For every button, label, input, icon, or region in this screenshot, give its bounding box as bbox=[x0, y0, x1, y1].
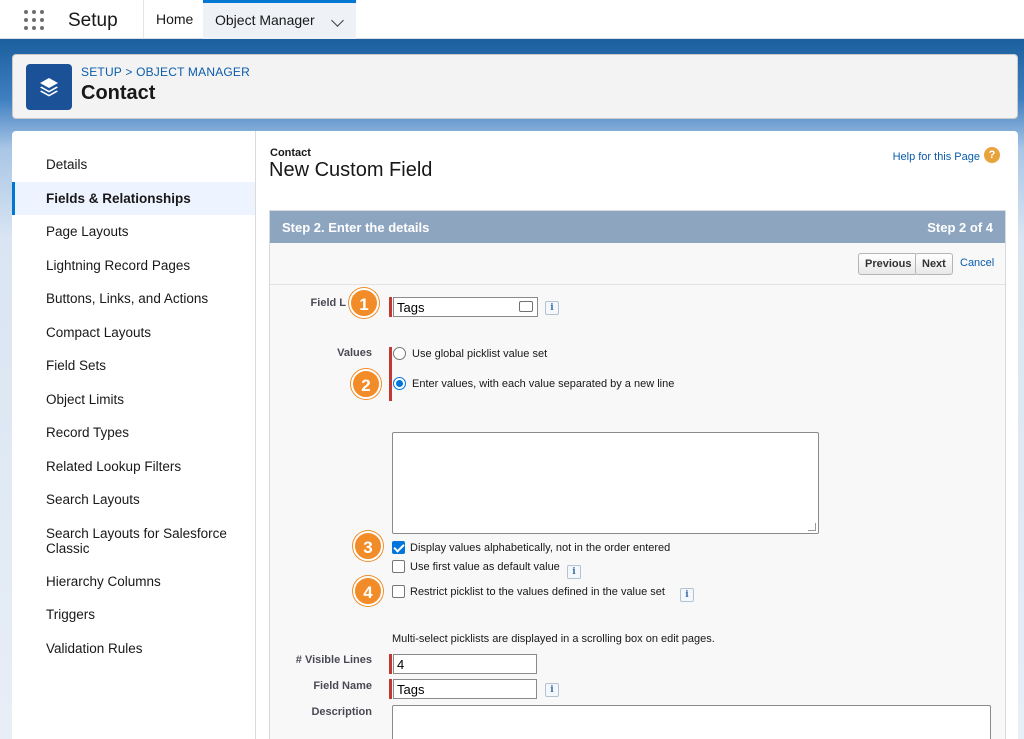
checkbox-first-default[interactable]: Use first value as default value bbox=[392, 560, 560, 573]
checkbox-restrict-label: Restrict picklist to the values defined … bbox=[410, 585, 665, 598]
content-area: Contact New Custom Field Help for this P… bbox=[256, 131, 1018, 739]
sidebar-item-related-lookup-filters[interactable]: Related Lookup Filters bbox=[12, 450, 255, 484]
app-launcher-icon[interactable] bbox=[24, 10, 46, 32]
required-indicator-field-name bbox=[389, 679, 392, 699]
sidebar-item-compact-layouts[interactable]: Compact Layouts bbox=[12, 316, 255, 350]
checkbox-restrict[interactable]: Restrict picklist to the values defined … bbox=[392, 585, 665, 598]
sidebar-item-details[interactable]: Details bbox=[12, 148, 255, 182]
step-badge-4: 4 bbox=[353, 576, 383, 606]
tab-home[interactable]: Home bbox=[143, 0, 203, 39]
object-label: Contact bbox=[270, 147, 311, 159]
form-title: New Custom Field bbox=[269, 159, 433, 181]
required-indicator-values bbox=[389, 347, 392, 401]
sidebar-item-object-limits[interactable]: Object Limits bbox=[12, 383, 255, 417]
values-textarea[interactable] bbox=[392, 432, 819, 534]
layers-icon bbox=[26, 64, 72, 110]
description-label: Description bbox=[311, 706, 372, 718]
restrict-info-icon[interactable]: i bbox=[680, 588, 694, 602]
field-label-input[interactable] bbox=[393, 297, 538, 317]
previous-button[interactable]: Previous bbox=[858, 253, 919, 275]
sidebar-item-record-types[interactable]: Record Types bbox=[12, 416, 255, 450]
field-label-label: Field L bbox=[310, 297, 346, 309]
checkbox-first-default-box[interactable] bbox=[392, 560, 405, 573]
checkbox-restrict-box[interactable] bbox=[392, 585, 405, 598]
values-label: Values bbox=[337, 347, 372, 359]
radio-global-picklist[interactable] bbox=[393, 347, 406, 360]
step-badge-1: 1 bbox=[349, 288, 379, 318]
sidebar-item-page-layouts[interactable]: Page Layouts bbox=[12, 215, 255, 249]
checkbox-alphabetical-box[interactable] bbox=[392, 541, 405, 554]
resize-handle-icon[interactable] bbox=[808, 523, 816, 531]
option-enter-label: Enter values, with each value separated … bbox=[412, 377, 675, 390]
field-name-input[interactable] bbox=[393, 679, 537, 699]
field-label-info-icon[interactable]: i bbox=[545, 301, 559, 315]
sidebar-item-fields-relationships[interactable]: Fields & Relationships bbox=[12, 181, 255, 215]
step-title: Step 2. Enter the details bbox=[282, 219, 430, 235]
global-nav-bar: Setup Home Object Manager bbox=[0, 0, 1024, 39]
app-name: Setup bbox=[68, 10, 118, 31]
required-indicator-visible-lines bbox=[389, 654, 392, 674]
sidebar-item-buttons-links-actions[interactable]: Buttons, Links, and Actions bbox=[12, 282, 255, 316]
step-header: Step 2. Enter the details Step 2 of 4 bbox=[270, 211, 1005, 243]
chevron-down-icon[interactable] bbox=[331, 14, 344, 27]
checkbox-alphabetical-label: Display values alphabetically, not in th… bbox=[410, 541, 671, 554]
tab-object-manager-label: Object Manager bbox=[215, 12, 315, 28]
step-badge-2: 2 bbox=[351, 369, 381, 399]
checkbox-alphabetical[interactable]: Display values alphabetically, not in th… bbox=[392, 541, 670, 554]
visible-lines-input[interactable] bbox=[393, 654, 537, 674]
object-header: SETUP > OBJECT MANAGER Contact bbox=[12, 54, 1018, 119]
cancel-link[interactable]: Cancel bbox=[960, 257, 994, 269]
required-indicator bbox=[389, 297, 392, 317]
multiselect-note: Multi-select picklists are displayed in … bbox=[392, 633, 715, 645]
sidebar-item-triggers[interactable]: Triggers bbox=[12, 598, 255, 632]
description-textarea[interactable] bbox=[392, 705, 991, 739]
sidebar-item-field-sets[interactable]: Field Sets bbox=[12, 349, 255, 383]
breadcrumb[interactable]: SETUP > OBJECT MANAGER bbox=[81, 65, 250, 79]
radio-enter-values[interactable] bbox=[393, 377, 406, 390]
sidebar-item-lightning-record-pages[interactable]: Lightning Record Pages bbox=[12, 249, 255, 283]
option-enter-values[interactable]: Enter values, with each value separated … bbox=[393, 377, 674, 390]
step-badge-3: 3 bbox=[353, 531, 383, 561]
sidebar-item-validation-rules[interactable]: Validation Rules bbox=[12, 632, 255, 666]
step-panel: Step 2. Enter the details Step 2 of 4 Pr… bbox=[269, 210, 1006, 739]
field-name-info-icon[interactable]: i bbox=[545, 683, 559, 697]
main-panel: Details Fields & Relationships Page Layo… bbox=[12, 131, 1018, 739]
contact-card-icon bbox=[519, 301, 533, 312]
option-global-picklist[interactable]: Use global picklist value set bbox=[393, 347, 547, 360]
sidebar-item-hierarchy-columns[interactable]: Hierarchy Columns bbox=[12, 565, 255, 599]
sidebar-item-search-layouts[interactable]: Search Layouts bbox=[12, 483, 255, 517]
tab-object-manager[interactable]: Object Manager bbox=[203, 0, 356, 39]
help-icon[interactable]: ? bbox=[984, 147, 1000, 163]
visible-lines-label: # Visible Lines bbox=[295, 654, 372, 666]
page-title: Contact bbox=[81, 82, 156, 104]
field-name-label: Field Name bbox=[313, 680, 372, 692]
step-count: Step 2 of 4 bbox=[927, 219, 993, 235]
next-button[interactable]: Next bbox=[915, 253, 953, 275]
help-link[interactable]: Help for this Page bbox=[893, 151, 980, 163]
button-row: Previous Next Cancel bbox=[270, 243, 1005, 285]
checkbox-first-default-label: Use first value as default value bbox=[410, 560, 560, 573]
option-global-label: Use global picklist value set bbox=[412, 347, 548, 360]
first-default-info-icon[interactable]: i bbox=[567, 565, 581, 579]
sidebar-item-search-layouts-classic[interactable]: Search Layouts for Salesforce Classic bbox=[12, 517, 255, 565]
object-sidebar: Details Fields & Relationships Page Layo… bbox=[12, 131, 256, 739]
